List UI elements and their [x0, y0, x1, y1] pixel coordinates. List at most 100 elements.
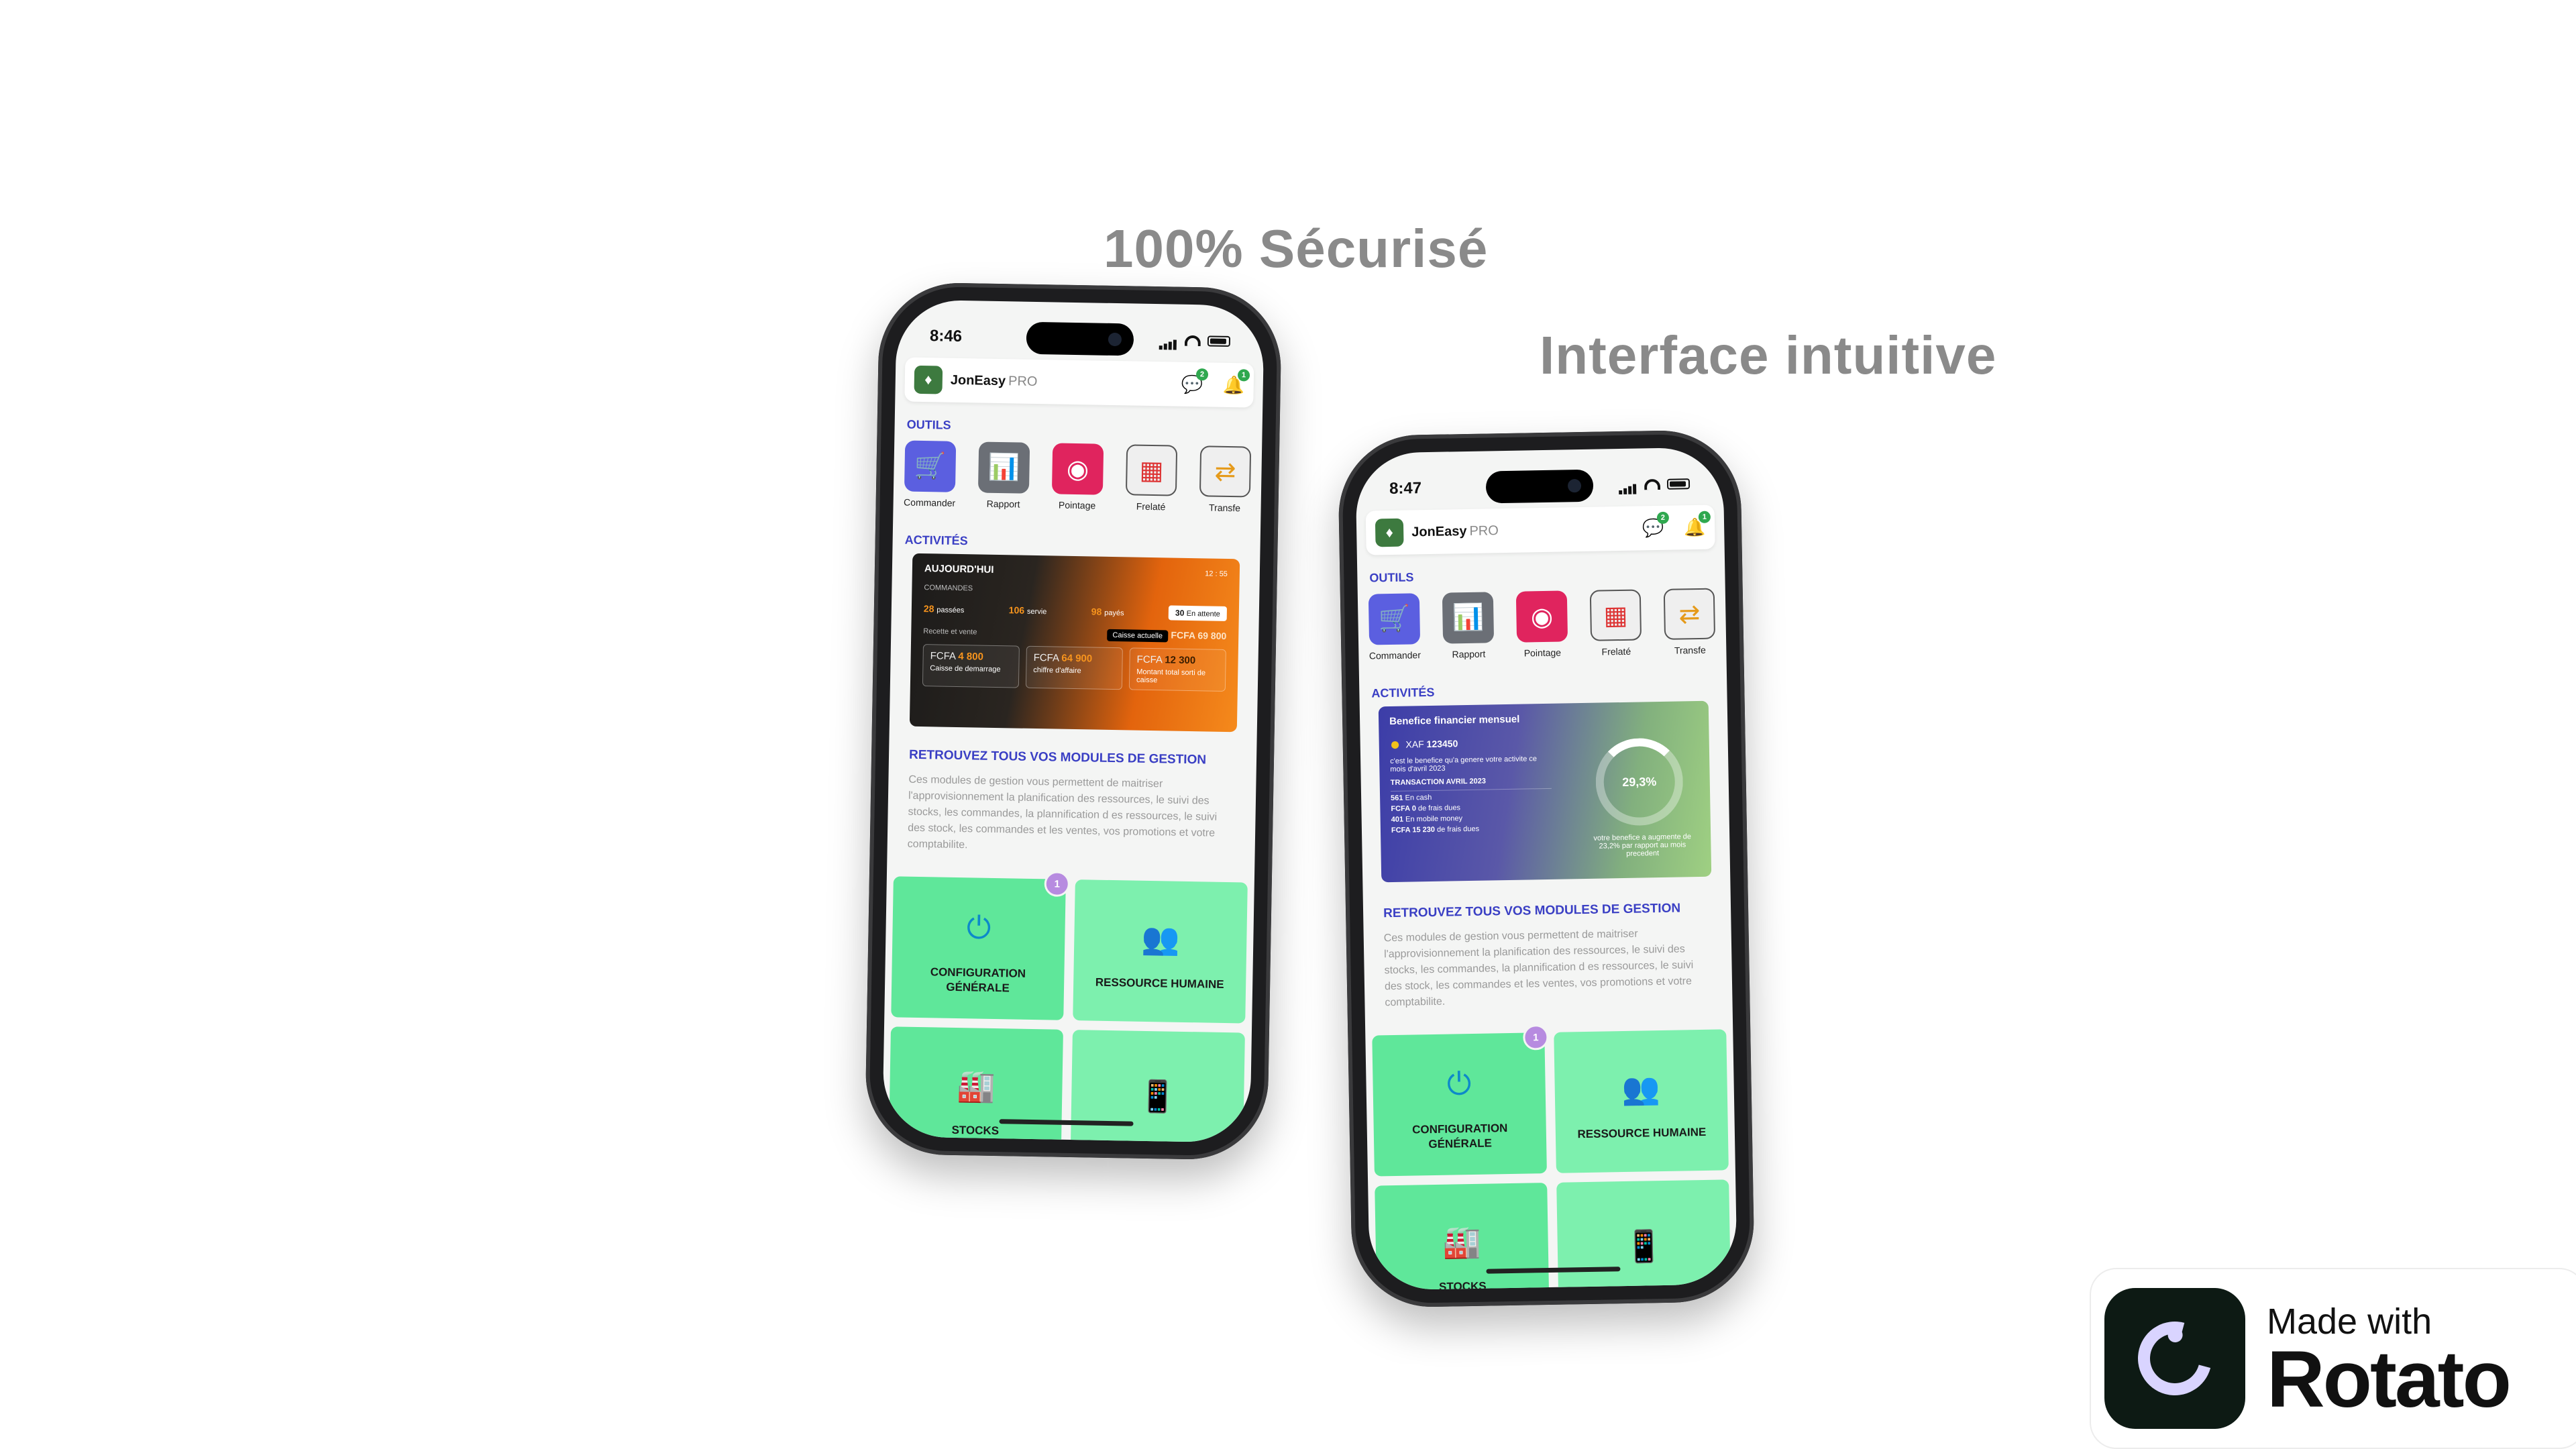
module-configuration[interactable]: 1 ⏻ CONFIGURATION GÉNÉRALE	[891, 871, 1071, 1020]
passed-value: 28	[923, 603, 934, 614]
phone-right: 8:47 ♦ JonEasy PRO 💬 2 🔔 1 OUTILS 🛒 Commande…	[1337, 429, 1756, 1309]
passed-label: passées	[936, 606, 965, 615]
cash-start-box: FCFA 4 800 Caisse de demarrage	[922, 644, 1020, 688]
fingerprint-icon: ◉	[1051, 443, 1104, 495]
modules-grid: 1 ⏻ CONFIGURATION GÉNÉRALE 👥 RESSOURCE H…	[1372, 1024, 1731, 1291]
headline-secure: 100% Sécurisé	[1104, 219, 1489, 278]
rotato-logo-icon	[2104, 1288, 2245, 1429]
benefit-title: Benefice financier mensuel	[1389, 713, 1520, 728]
team-icon: 👥	[1140, 920, 1180, 957]
module-payment[interactable]: 📱	[1556, 1179, 1731, 1291]
activities-label: ACTIVITÉS	[1371, 685, 1435, 700]
app-logo[interactable]: ♦	[1375, 518, 1404, 547]
fingerprint-icon: ◉	[1515, 590, 1568, 643]
battery-icon	[1666, 478, 1690, 490]
modules-title: RETROUVEZ TOUS VOS MODULES DE GESTION	[1383, 901, 1681, 921]
bell-badge: 1	[1698, 511, 1711, 523]
module-badge: 1	[1044, 871, 1071, 897]
pending-pill[interactable]: 30 En attente	[1168, 605, 1228, 621]
tool-frelate[interactable]: ▦ Frelaté	[1589, 589, 1644, 657]
tool-transfert[interactable]: ⇄ Transfe	[1662, 588, 1717, 656]
modules-grid: 1 ⏻ CONFIGURATION GÉNÉRALE 👥 RESSOURCE H…	[888, 871, 1248, 1143]
mobile-payment-icon: 📱	[1624, 1228, 1664, 1264]
activities-label: ACTIVITÉS	[904, 533, 968, 548]
chat-badge: 2	[1195, 368, 1209, 381]
chat-badge: 2	[1656, 511, 1670, 525]
tool-rapport[interactable]: 📊 Rapport	[1441, 592, 1496, 659]
phone-right-screen: 8:47 ♦ JonEasy PRO 💬 2 🔔 1 OUTILS 🛒 Commande…	[1355, 447, 1737, 1291]
modules-description: Ces modules de gestion vous permettent d…	[907, 773, 1218, 851]
coins-icon: ●	[1389, 733, 1401, 755]
app-header: ♦ JonEasy PRO 💬 2 🔔 1	[904, 357, 1254, 408]
benefit-growth-desc: votre benefice a augmente de 23,2% par r…	[1593, 833, 1692, 858]
app-name: JonEasy	[1411, 523, 1467, 539]
signal-icon	[1159, 331, 1178, 350]
report-icon: 📊	[1442, 592, 1495, 644]
benefit-amount: 123450	[1426, 737, 1458, 749]
tool-frelate[interactable]: ▦ Frelaté	[1124, 444, 1179, 512]
power-gear-icon: ⏻	[966, 910, 991, 945]
headline-intuitive: Interface intuitive	[1540, 325, 1997, 385]
tool-pointage[interactable]: ◉ Pointage	[1050, 443, 1105, 511]
app-tier: PRO	[1008, 373, 1038, 389]
modules-description: Ces modules de gestion vous permettent d…	[1383, 928, 1694, 1009]
wifi-icon	[1644, 478, 1661, 490]
phone-left: 8:46 ♦ JonEasy PRO 💬 2 🔔 1 OUTILS 🛒 Commande…	[864, 281, 1283, 1161]
tool-rapport[interactable]: 📊 Rapport	[977, 441, 1032, 510]
today-title: AUJOURD'HUI	[924, 563, 994, 576]
orders-label: COMMANDES	[924, 584, 973, 593]
status-time: 8:47	[1389, 479, 1422, 498]
revenue-label: Recette et vente	[923, 627, 977, 637]
tx-cash-fees: FCFA 0 de frais dues	[1391, 804, 1461, 814]
monthly-benefit-card[interactable]: Benefice financier mensuel ● XAF 123450 …	[1378, 700, 1712, 883]
module-configuration[interactable]: 1 ⏻ CONFIGURATION GÉNÉRALE	[1372, 1024, 1549, 1177]
team-icon: 👥	[1621, 1070, 1661, 1106]
bell-icon[interactable]: 🔔 1	[1223, 369, 1250, 396]
app-tier: PRO	[1469, 523, 1499, 539]
module-badge: 1	[1523, 1024, 1549, 1051]
app-name: JonEasy	[950, 372, 1006, 388]
tx-cash: 561 En cash	[1391, 793, 1432, 803]
served-label: servie	[1026, 607, 1047, 616]
rotato-watermark: Made with Rotato	[2090, 1268, 2576, 1449]
tools-label: OUTILS	[906, 417, 951, 432]
stage: 100% Sécurisé Interface intuitive 8:46 ♦…	[0, 0, 2576, 1449]
today-time: 12 : 55	[1205, 569, 1228, 578]
mobile-payment-icon: 📱	[1138, 1078, 1177, 1114]
battery-icon	[1207, 335, 1231, 347]
app-logo[interactable]: ♦	[914, 365, 943, 394]
rotato-brand: Rotato	[2267, 1334, 2512, 1424]
transfer-icon: ⇄	[1199, 445, 1252, 498]
module-payment[interactable]: 📱	[1070, 1030, 1245, 1143]
module-ressource-humaine[interactable]: 👥 RESSOURCE HUMAINE	[1554, 1029, 1729, 1173]
paid-value: 98	[1091, 606, 1102, 617]
scan-icon: ▦	[1125, 444, 1178, 496]
tools-label: OUTILS	[1369, 570, 1414, 585]
chat-icon[interactable]: 💬 2	[1181, 368, 1209, 396]
turnover-box: FCFA 64 900 chiffre d'affaire	[1025, 645, 1123, 690]
benefit-growth-ring: 29,3%	[1595, 737, 1684, 826]
bell-icon[interactable]: 🔔 1	[1684, 511, 1711, 539]
today-activity-card[interactable]: AUJOURD'HUI 12 : 55 COMMANDES 28 passées …	[909, 553, 1240, 733]
scan-icon: ▦	[1589, 589, 1642, 641]
module-stocks[interactable]: 🏭 STOCKS	[888, 1026, 1063, 1143]
benefit-description: c'est le benefice qu'a genere votre acti…	[1390, 755, 1538, 774]
benefit-currency: XAF	[1405, 738, 1424, 750]
cart-icon: 🛒	[904, 440, 957, 492]
tool-pointage[interactable]: ◉ Pointage	[1515, 590, 1570, 659]
tool-transfert[interactable]: ⇄ Transfe	[1197, 445, 1252, 513]
module-stocks[interactable]: 🏭 STOCKS	[1375, 1183, 1550, 1291]
power-gear-icon: ⏻	[1446, 1066, 1472, 1102]
chat-icon[interactable]: 💬 2	[1642, 511, 1670, 539]
tool-commander[interactable]: 🛒 Commander	[1367, 593, 1422, 661]
tx-mobile-fees: FCFA 15 230 de frais dues	[1391, 824, 1480, 835]
tools-row: 🛒 Commander 📊 Rapport ◉ Pointage ▦ Frelaté ⇄…	[1367, 588, 1727, 661]
dynamic-island	[1026, 321, 1134, 356]
report-icon: 📊	[977, 441, 1030, 494]
cart-icon: 🛒	[1368, 593, 1421, 645]
paid-label: payés	[1104, 608, 1124, 618]
tool-commander[interactable]: 🛒 Commander	[903, 440, 958, 508]
module-ressource-humaine[interactable]: 👥 RESSOURCE HUMAINE	[1073, 879, 1248, 1024]
current-cash-label: Caisse actuelle	[1107, 629, 1169, 643]
modules-title: RETROUVEZ TOUS VOS MODULES DE GESTION	[908, 747, 1207, 767]
